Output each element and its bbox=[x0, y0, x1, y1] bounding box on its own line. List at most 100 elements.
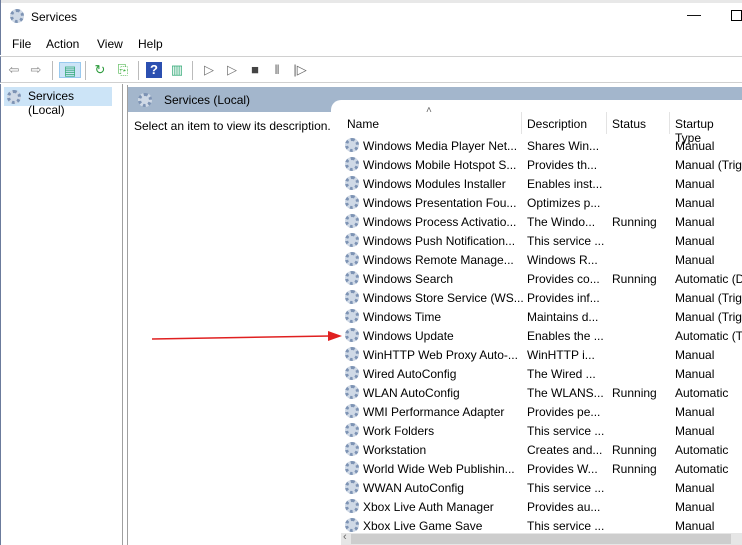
service-name: World Wide Web Publishin... bbox=[363, 462, 515, 476]
menu-bar: File Action View Help bbox=[0, 34, 742, 55]
column-divider[interactable] bbox=[669, 112, 670, 134]
service-name: Workstation bbox=[363, 443, 426, 457]
service-row[interactable]: Windows Push Notification...This service… bbox=[343, 231, 742, 250]
service-description: Provides inf... bbox=[527, 291, 600, 305]
service-startup-type: Automatic bbox=[675, 386, 728, 400]
service-row[interactable]: World Wide Web Publishin...Provides W...… bbox=[343, 459, 742, 478]
service-startup-type: Manual bbox=[675, 424, 714, 438]
service-gear-icon bbox=[345, 195, 359, 209]
service-description: Provides th... bbox=[527, 158, 597, 172]
horizontal-scrollbar[interactable]: ‹ bbox=[341, 533, 742, 545]
show-hide-console-tree-icon[interactable]: ▤ bbox=[59, 62, 81, 78]
service-startup-type: Manual bbox=[675, 500, 714, 514]
toolbar-separator bbox=[85, 61, 86, 80]
service-startup-type: Manual bbox=[675, 177, 714, 191]
tree-item-services-local[interactable]: Services (Local) bbox=[4, 87, 112, 106]
menu-view[interactable]: View bbox=[97, 37, 123, 51]
service-row[interactable]: Windows Modules InstallerEnables inst...… bbox=[343, 174, 742, 193]
service-row[interactable]: Xbox Live Auth ManagerProvides au...Manu… bbox=[343, 497, 742, 516]
properties-pane-icon[interactable]: ▥ bbox=[169, 62, 185, 78]
service-row[interactable]: Windows TimeMaintains d...Manual (Trig bbox=[343, 307, 742, 326]
service-row[interactable]: Work FoldersThis service ...Manual bbox=[343, 421, 742, 440]
service-name: Windows Search bbox=[363, 272, 453, 286]
service-gear-icon bbox=[345, 499, 359, 513]
service-startup-type: Automatic (D bbox=[675, 272, 742, 286]
service-name: Windows Media Player Net... bbox=[363, 139, 517, 153]
service-status: Running bbox=[612, 386, 657, 400]
service-description: Provides co... bbox=[527, 272, 600, 286]
service-description: The Wired ... bbox=[527, 367, 596, 381]
service-row[interactable]: WinHTTP Web Proxy Auto-...WinHTTP i...Ma… bbox=[343, 345, 742, 364]
service-row[interactable]: Windows Remote Manage...Windows R...Manu… bbox=[343, 250, 742, 269]
tree-item-label: Services (Local) bbox=[28, 89, 74, 117]
service-startup-type: Manual bbox=[675, 348, 714, 362]
refresh-icon[interactable]: ↻ bbox=[92, 62, 108, 78]
service-description: Optimizes p... bbox=[527, 196, 600, 210]
service-row[interactable]: WorkstationCreates and...RunningAutomati… bbox=[343, 440, 742, 459]
service-name: Windows Process Activatio... bbox=[363, 215, 516, 229]
service-gear-icon bbox=[345, 366, 359, 380]
stop-service-icon[interactable]: ■ bbox=[247, 62, 263, 78]
toolbar-separator bbox=[192, 61, 193, 80]
column-header-name[interactable]: Name bbox=[347, 117, 379, 131]
service-gear-icon bbox=[345, 442, 359, 456]
column-divider[interactable] bbox=[606, 112, 607, 134]
toolbar-separator bbox=[138, 61, 139, 80]
service-gear-icon bbox=[345, 252, 359, 266]
service-name: Windows Remote Manage... bbox=[363, 253, 514, 267]
service-description: Maintains d... bbox=[527, 310, 598, 324]
start-service-alt-icon[interactable]: ▷ bbox=[224, 62, 240, 78]
title-bar: Services — bbox=[0, 0, 742, 34]
column-divider[interactable] bbox=[521, 112, 522, 134]
service-name: WMI Performance Adapter bbox=[363, 405, 504, 419]
forward-arrow-icon[interactable]: ⇨ bbox=[28, 62, 44, 78]
service-startup-type: Automatic (T bbox=[675, 329, 742, 343]
service-row[interactable]: Windows Search Provides co... Running Autom… bbox=[343, 269, 742, 288]
scrollbar-thumb[interactable] bbox=[351, 534, 731, 544]
service-row[interactable]: WMI Performance AdapterProvides pe...Man… bbox=[343, 402, 742, 421]
service-status: Running bbox=[612, 462, 657, 476]
service-row[interactable]: Wired AutoConfigThe Wired ...Manual bbox=[343, 364, 742, 383]
column-header-description[interactable]: Description bbox=[527, 117, 587, 131]
service-name: Windows Update bbox=[363, 329, 454, 343]
maximize-button[interactable] bbox=[731, 10, 742, 21]
red-arrow-annotation bbox=[150, 330, 345, 348]
service-gear-icon bbox=[345, 328, 359, 342]
scroll-left-icon[interactable]: ‹ bbox=[343, 531, 347, 543]
services-app-icon bbox=[10, 9, 24, 23]
service-row[interactable]: WWAN AutoConfigThis service ...Manual bbox=[343, 478, 742, 497]
restart-service-icon[interactable]: |▷ bbox=[292, 62, 308, 78]
service-startup-type: Manual bbox=[675, 196, 714, 210]
column-header-status[interactable]: Status bbox=[612, 117, 646, 131]
details-pane: Services (Local) Select an item to view … bbox=[127, 85, 742, 545]
start-service-icon[interactable]: ▷ bbox=[201, 62, 217, 78]
export-list-icon[interactable]: ⎘ bbox=[115, 62, 131, 78]
service-startup-type: Manual bbox=[675, 234, 714, 248]
back-arrow-icon[interactable]: ⇦ bbox=[6, 62, 22, 78]
service-name: Windows Modules Installer bbox=[363, 177, 506, 191]
menu-help[interactable]: Help bbox=[138, 37, 163, 51]
service-row[interactable]: Windows Mobile Hotspot S...Provides th..… bbox=[343, 155, 742, 174]
service-row[interactable]: Windows Media Player Net...Shares Win...… bbox=[343, 136, 742, 155]
sort-ascending-icon: ˄ bbox=[426, 105, 432, 116]
toolbar-separator bbox=[52, 61, 53, 80]
services-gear-icon bbox=[138, 93, 152, 107]
service-row[interactable]: Windows UpdateEnables the ...Automatic (… bbox=[343, 326, 742, 345]
service-gear-icon bbox=[345, 423, 359, 437]
help-icon[interactable]: ? bbox=[146, 62, 162, 78]
pause-service-icon[interactable]: ‖ bbox=[269, 62, 285, 78]
menu-action[interactable]: Action bbox=[46, 37, 79, 51]
menu-file[interactable]: File bbox=[12, 37, 31, 51]
window-title: Services bbox=[31, 10, 77, 24]
service-row[interactable]: Windows Store Service (WS...Provides inf… bbox=[343, 288, 742, 307]
service-status: Running bbox=[612, 215, 657, 229]
minimize-button[interactable]: — bbox=[687, 6, 701, 22]
service-gear-icon bbox=[345, 157, 359, 171]
service-row[interactable]: Windows Process Activatio...The Windo...… bbox=[343, 212, 742, 231]
service-startup-type: Manual (Trig bbox=[675, 291, 742, 305]
service-row[interactable]: Windows Presentation Fou...Optimizes p..… bbox=[343, 193, 742, 212]
service-row[interactable]: WLAN AutoConfigThe WLANS...RunningAutoma… bbox=[343, 383, 742, 402]
service-status: Running bbox=[612, 272, 657, 286]
service-gear-icon bbox=[345, 214, 359, 228]
service-description: This service ... bbox=[527, 519, 604, 533]
